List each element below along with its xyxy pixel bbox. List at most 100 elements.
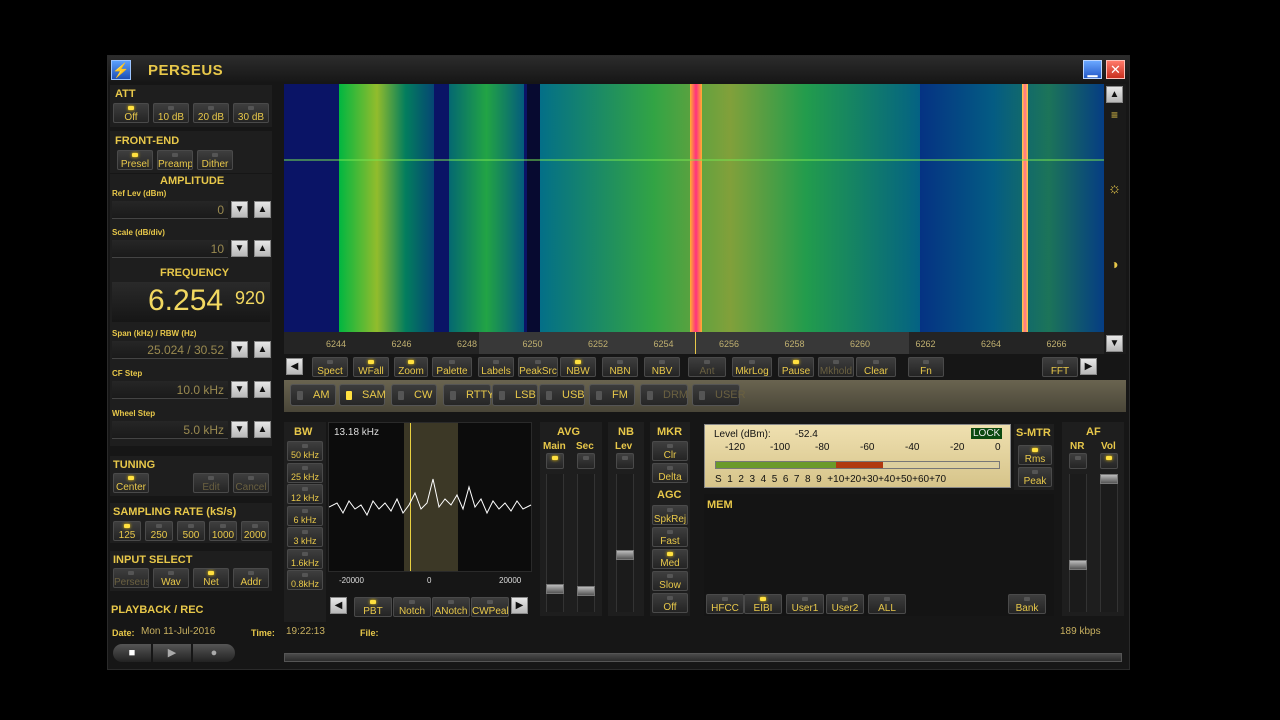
bw.buttons-50-khz-button[interactable]: 50 kHz xyxy=(287,441,323,461)
frequency-display[interactable]: 6.254 920 xyxy=(112,282,270,322)
bw.buttons-6-khz-button[interactable]: 6 kHz xyxy=(287,505,323,526)
waterfall-display[interactable] xyxy=(284,84,1104,332)
frontend.buttons-dither-button[interactable]: Dither xyxy=(197,150,233,170)
mode-cw-button[interactable]: CW xyxy=(391,384,437,406)
toolbar.buttons-nbn-button[interactable]: NBN xyxy=(602,357,638,377)
input_select.buttons-perseus-button[interactable]: Perseus xyxy=(113,568,149,588)
toolbar-right-arrow[interactable]: ▶ xyxy=(1080,358,1097,375)
avg-main-button[interactable] xyxy=(546,453,564,469)
ref-level-down-button[interactable]: ▼ xyxy=(231,201,248,218)
span-up-button[interactable]: ▲ xyxy=(254,341,271,358)
scroll-down-button[interactable]: ▼ xyxy=(1106,335,1123,352)
toolbar.buttons-nbw-button[interactable]: NBW xyxy=(560,357,596,377)
toolbar.buttons-palette-button[interactable]: Palette xyxy=(432,357,472,377)
mode-am-button[interactable]: AM xyxy=(290,384,336,406)
mkr.buttons-delta-button[interactable]: Delta xyxy=(652,463,688,483)
toolbar.buttons-ant-button[interactable]: Ant xyxy=(688,357,726,377)
stop-button[interactable]: ■ xyxy=(113,644,151,662)
mode-rtty-button[interactable]: RTTY xyxy=(443,384,495,406)
filter_buttons-pbt-button[interactable]: PBT xyxy=(354,597,392,617)
filter-spectrum[interactable]: 13.18 kHz -20000 0 20000 xyxy=(328,422,532,585)
mode-sam-button[interactable]: SAM xyxy=(339,384,386,406)
toolbar.buttons-labels-button[interactable]: Labels xyxy=(478,357,514,377)
input_select.buttons-wav-button[interactable]: Wav xyxy=(153,568,189,588)
avg-main-slider[interactable] xyxy=(546,474,564,612)
sampling.buttons-125-button[interactable]: 125 xyxy=(113,521,141,541)
scale-field[interactable]: 10 xyxy=(112,240,228,258)
att.buttons-30-db-button[interactable]: 30 dB xyxy=(233,103,269,123)
cf-step-field[interactable]: 10.0 kHz xyxy=(112,381,228,399)
ref-level-field[interactable]: 0 xyxy=(112,201,228,219)
bw.buttons-25-khz-button[interactable]: 25 kHz xyxy=(287,462,323,483)
mode-drm-button[interactable]: DRM xyxy=(640,384,688,406)
span-down-button[interactable]: ▼ xyxy=(231,341,248,358)
tuning.buttons-center-button[interactable]: Center xyxy=(113,473,149,493)
tuning.buttons-edit-button[interactable]: Edit xyxy=(193,473,229,493)
mem.buttons-user1-button[interactable]: User1 xyxy=(786,594,824,614)
bw.buttons-1-6khz-button[interactable]: 1.6kHz xyxy=(287,548,323,569)
agc.buttons-off-button[interactable]: Off xyxy=(652,593,688,613)
toolbar.buttons-pause-button[interactable]: Pause xyxy=(778,357,814,377)
agc.buttons-fast-button[interactable]: Fast xyxy=(652,527,688,547)
nb-button[interactable] xyxy=(616,453,634,469)
scale-down-button[interactable]: ▼ xyxy=(231,240,248,257)
mem.buttons-eibi-button[interactable]: EIBI xyxy=(744,594,782,614)
toolbar.buttons-spect-button[interactable]: Spect xyxy=(312,357,348,377)
bw.buttons-0-8khz-button[interactable]: 0.8kHz xyxy=(287,570,323,590)
brightness-slider-icon[interactable]: ≡ xyxy=(1106,108,1123,128)
minimize-button[interactable]: ▁ xyxy=(1083,60,1102,79)
bw.buttons-12-khz-button[interactable]: 12 kHz xyxy=(287,484,323,504)
toolbar.buttons-mkrlog-button[interactable]: MkrLog xyxy=(732,357,772,377)
toolbar.buttons-fn-button[interactable]: Fn xyxy=(908,357,944,377)
ref-level-up-button[interactable]: ▲ xyxy=(254,201,271,218)
mode-user-button[interactable]: USER xyxy=(692,384,746,406)
toolbar.buttons-clear-button[interactable]: Clear xyxy=(856,357,896,377)
filter-left-arrow[interactable]: ◀ xyxy=(330,597,347,614)
avg-sec-button[interactable] xyxy=(577,453,595,469)
agc.buttons-slow-button[interactable]: Slow xyxy=(652,571,688,591)
bw.buttons-3-khz-button[interactable]: 3 kHz xyxy=(287,527,323,547)
frequency-scale[interactable]: 6244 6246 6248 6250 6252 6254 6256 6258 6260 6262… xyxy=(284,332,1104,354)
toolbar.buttons-zoom-button[interactable]: Zoom xyxy=(394,357,428,377)
close-button[interactable]: ✕ xyxy=(1106,60,1125,79)
att.buttons-20-db-button[interactable]: 20 dB xyxy=(193,103,229,123)
sampling.buttons-2000-button[interactable]: 2000 xyxy=(241,521,269,541)
toolbar.buttons-wfall-button[interactable]: WFall xyxy=(353,357,389,377)
filter-right-arrow[interactable]: ▶ xyxy=(511,597,528,614)
vol-button[interactable] xyxy=(1100,453,1118,469)
toolbar.buttons-fft-button[interactable]: FFT xyxy=(1042,357,1078,377)
toolbar-left-arrow[interactable]: ◀ xyxy=(286,358,303,375)
nb-level-slider[interactable] xyxy=(616,474,634,612)
agc.buttons-spkrej-button[interactable]: SpkRej xyxy=(652,505,688,525)
mode-lsb-button[interactable]: LSB xyxy=(492,384,538,406)
input_select.buttons-addr-button[interactable]: Addr xyxy=(233,568,269,588)
nr-button[interactable] xyxy=(1069,453,1087,469)
scroll-up-button[interactable]: ▲ xyxy=(1106,86,1123,103)
wheel-step-field[interactable]: 5.0 kHz xyxy=(112,421,228,439)
app-icon[interactable]: ⚡ xyxy=(111,60,131,80)
record-button[interactable]: ● xyxy=(193,644,235,662)
mode-usb-button[interactable]: USB xyxy=(539,384,585,406)
wheel-step-down-button[interactable]: ▼ xyxy=(231,421,248,438)
smtr.buttons-rms-button[interactable]: Rms xyxy=(1018,445,1052,465)
mode-fm-button[interactable]: FM xyxy=(589,384,635,406)
toolbar.buttons-mkhold-button[interactable]: Mkhold xyxy=(818,357,854,377)
toolbar.buttons-nbv-button[interactable]: NBV xyxy=(644,357,680,377)
smtr.buttons-peak-button[interactable]: Peak xyxy=(1018,467,1052,487)
play-button[interactable]: ▶ xyxy=(153,644,191,662)
span-field[interactable]: 25.024 / 30.52 xyxy=(112,341,228,359)
filter_buttons-cwpeak-button[interactable]: CWPeak xyxy=(471,597,509,617)
filter_buttons-notch-button[interactable]: Notch xyxy=(393,597,431,617)
sampling.buttons-1000-button[interactable]: 1000 xyxy=(209,521,237,541)
scale-up-button[interactable]: ▲ xyxy=(254,240,271,257)
mkr.buttons-clr-button[interactable]: Clr xyxy=(652,441,688,461)
tuning.buttons-cancel-button[interactable]: Cancel xyxy=(233,473,269,493)
agc.buttons-med-button[interactable]: Med xyxy=(652,549,688,569)
input_select.buttons-net-button[interactable]: Net xyxy=(193,568,229,588)
toolbar.buttons-peaksrc-button[interactable]: PeakSrc xyxy=(518,357,558,377)
wheel-step-up-button[interactable]: ▲ xyxy=(254,421,271,438)
playback-progress[interactable] xyxy=(284,653,1122,662)
frontend.buttons-presel-button[interactable]: Presel xyxy=(117,150,153,170)
att.buttons-off-button[interactable]: Off xyxy=(113,103,149,123)
mem.buttons-bank-button[interactable]: Bank xyxy=(1008,594,1046,614)
